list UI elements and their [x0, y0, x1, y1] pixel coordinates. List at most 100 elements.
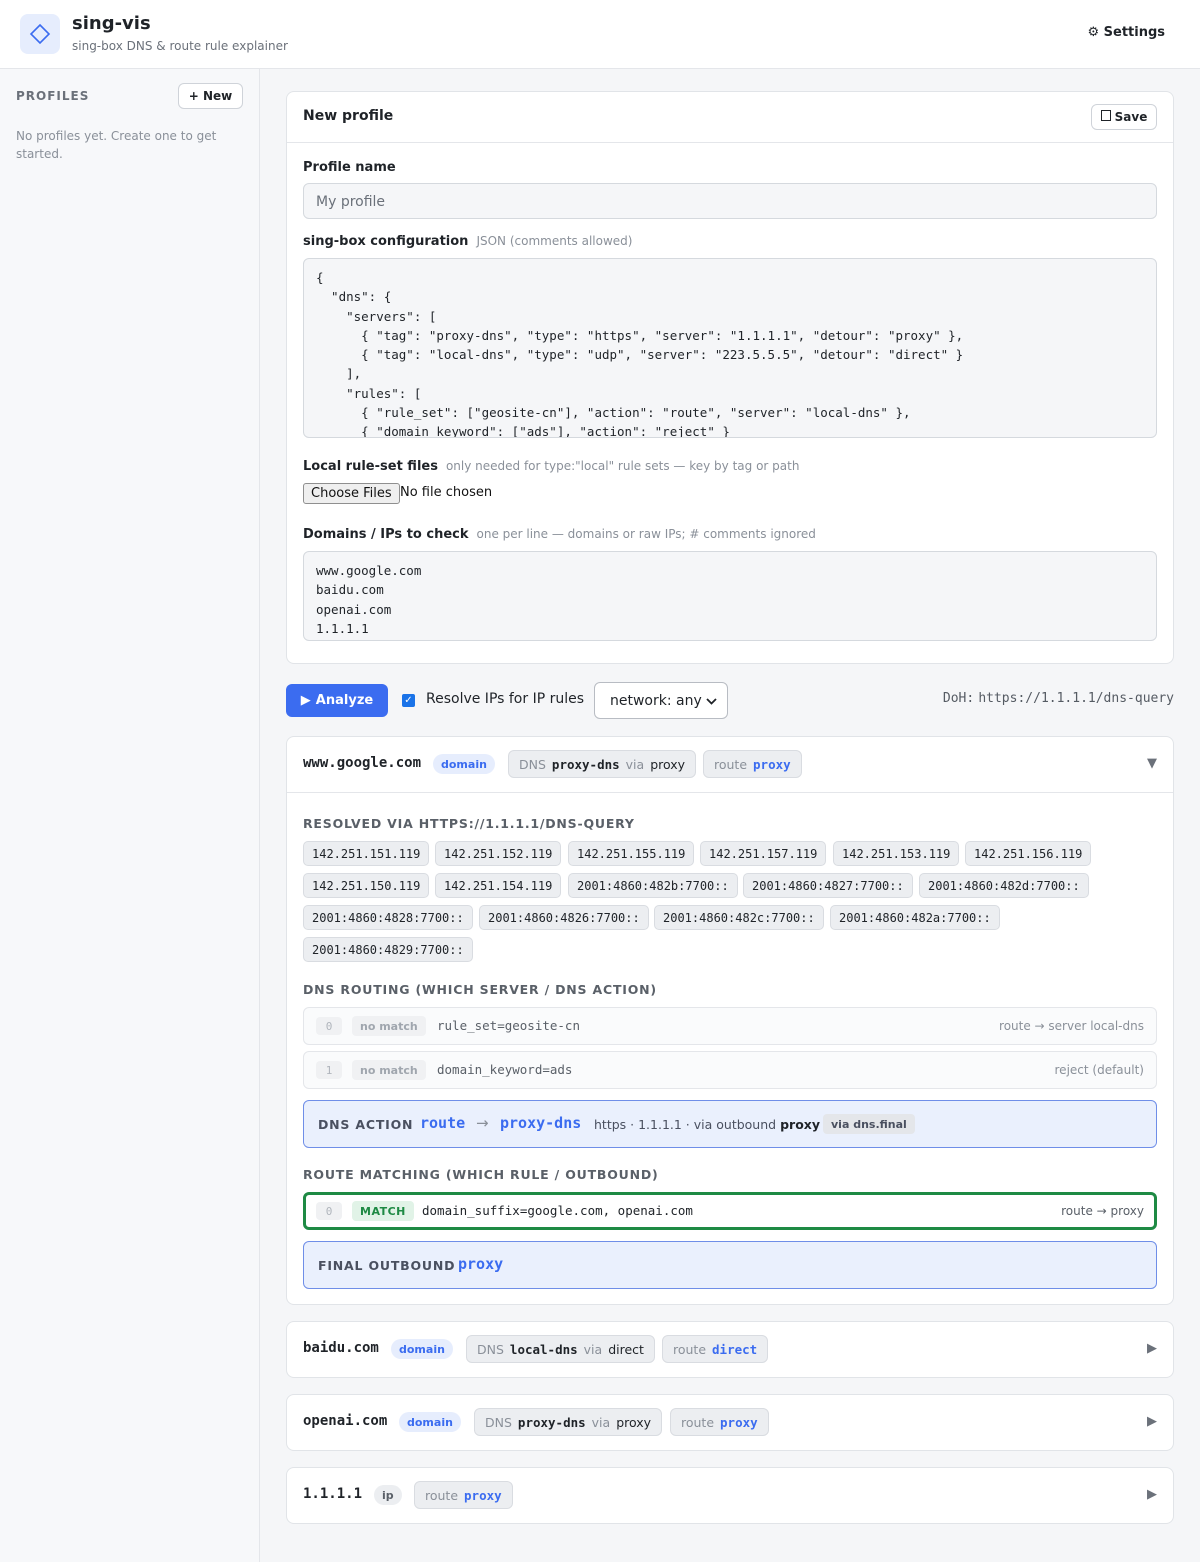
- floppy-icon: [1100, 110, 1111, 124]
- ip-chip: 2001:4860:4829:7700::: [303, 937, 473, 962]
- route-pill: route direct: [662, 1335, 769, 1363]
- result-card-body: RESOLVED VIA HTTPS://1.1.1.1/DNS-QUERY 1…: [287, 792, 1173, 1305]
- dns-pill: DNS proxy-dns via proxy: [508, 750, 697, 778]
- arrow-right-icon: →: [476, 1114, 489, 1132]
- expand-icon[interactable]: ▶: [1147, 1487, 1157, 1502]
- dns-action-server: proxy-dns: [500, 1114, 582, 1132]
- kind-badge: domain: [399, 1412, 461, 1432]
- domains-textarea[interactable]: www.google.com baidu.com openai.com 1.1.…: [303, 551, 1157, 641]
- profiles-sidebar: PROFILES + New No profiles yet. Create o…: [0, 69, 260, 1562]
- profile-name-input[interactable]: My profile: [303, 183, 1157, 219]
- rule-index: 1: [316, 1061, 342, 1079]
- rule-index: 0: [316, 1017, 342, 1035]
- rule-condition: domain_keyword=ads: [437, 1062, 573, 1077]
- dns-rule-row: 1 no match domain_keyword=ads reject (de…: [303, 1051, 1157, 1089]
- result-card[interactable]: openai.com domain DNS proxy-dns via prox…: [286, 1394, 1174, 1451]
- app-subtitle: sing-box DNS & route rule explainer: [72, 39, 288, 53]
- route-pill-label: route: [673, 1341, 707, 1357]
- analyze-button[interactable]: ▶ Analyze: [286, 684, 388, 717]
- ruleset-label-text: Local rule-set files: [303, 459, 438, 474]
- config-label-text: sing-box configuration: [303, 234, 469, 249]
- save-button[interactable]: Save: [1091, 104, 1157, 130]
- rule-result: route → server local-dns: [999, 1019, 1144, 1033]
- rule-result: reject (default): [1054, 1063, 1144, 1077]
- dns-pill-label: DNS: [485, 1414, 512, 1430]
- network-select-value: network: any: [610, 692, 702, 709]
- dns-action-meta-outbound: proxy: [780, 1117, 820, 1132]
- dns-pill-detour: proxy: [650, 756, 686, 772]
- app-header: sing-vis sing-box DNS & route rule expla…: [0, 0, 1200, 69]
- result-target: 1.1.1.1: [303, 1486, 363, 1502]
- ip-chip: 2001:4860:482a:7700::: [830, 905, 1000, 930]
- dns-action-value: route: [420, 1114, 466, 1132]
- profiles-empty-text: No profiles yet. Create one to get start…: [16, 129, 217, 161]
- dns-pill-server: proxy-dns: [517, 1414, 586, 1430]
- route-pill-outbound: proxy: [753, 756, 791, 772]
- rule-condition: domain_suffix=google.com, openai.com: [422, 1203, 693, 1218]
- dns-pill: DNS proxy-dns via proxy: [474, 1408, 663, 1436]
- dns-pill-server: proxy-dns: [551, 756, 620, 772]
- expand-icon[interactable]: ▶: [1147, 1414, 1157, 1429]
- profile-card-header: New profile Save: [287, 92, 1173, 143]
- resolve-ips-label[interactable]: Resolve IPs for IP rules: [426, 691, 584, 707]
- kind-badge: ip: [374, 1485, 402, 1505]
- play-icon: ▶: [300, 693, 311, 708]
- route-matching-title: ROUTE MATCHING (WHICH RULE / OUTBOUND): [303, 1167, 659, 1182]
- expand-icon[interactable]: ▶: [1147, 1341, 1157, 1356]
- result-card[interactable]: baidu.com domain DNS local-dns via direc…: [286, 1321, 1174, 1378]
- ip-chip: 142.251.151.119: [303, 841, 430, 866]
- save-label: Save: [1114, 110, 1148, 124]
- final-outbound-value: proxy: [458, 1255, 504, 1273]
- rule-condition: rule_set=geosite-cn: [437, 1018, 580, 1033]
- result-card-header[interactable]: 1.1.1.1 ip route proxy ▶: [287, 1468, 1173, 1523]
- final-outbound-box: FINAL OUTBOUND proxy: [303, 1241, 1157, 1289]
- ip-chip: 2001:4860:4827:7700::: [743, 873, 913, 898]
- doh-prefix: DoH:: [942, 691, 975, 706]
- final-outbound-label: FINAL OUTBOUND: [318, 1258, 456, 1273]
- network-select[interactable]: network: any: [594, 682, 728, 719]
- result-card[interactable]: 1.1.1.1 ip route proxy ▶: [286, 1467, 1174, 1524]
- new-profile-button[interactable]: + New: [178, 83, 243, 109]
- config-label: sing-box configuration JSON (comments all…: [303, 234, 632, 249]
- result-card-header[interactable]: openai.com domain DNS proxy-dns via prox…: [287, 1395, 1173, 1450]
- dns-rule-row: 0 no match rule_set=geosite-cn route → s…: [303, 1007, 1157, 1045]
- dns-pill-via: via: [591, 1414, 611, 1430]
- result-card-header[interactable]: baidu.com domain DNS local-dns via direc…: [287, 1322, 1173, 1377]
- collapse-icon[interactable]: ▼: [1147, 756, 1157, 771]
- dns-pill-detour: proxy: [616, 1414, 652, 1430]
- kind-badge: domain: [391, 1339, 453, 1359]
- profiles-title: PROFILES: [16, 89, 90, 103]
- config-hint: JSON (comments allowed): [476, 234, 633, 248]
- result-card-header[interactable]: www.google.com domain DNS proxy-dns via …: [287, 737, 1173, 792]
- ip-chip: 142.251.154.119: [435, 873, 562, 898]
- route-pill-label: route: [714, 756, 748, 772]
- dns-action-meta-prefix: https · 1.1.1.1 · via outbound: [594, 1117, 777, 1132]
- via-dns-final-tag: via dns.final: [823, 1114, 915, 1134]
- result-card: www.google.com domain DNS proxy-dns via …: [286, 736, 1174, 1305]
- dns-routing-title: DNS ROUTING (WHICH SERVER / DNS ACTION): [303, 982, 657, 997]
- route-pill: route proxy: [703, 750, 802, 778]
- rule-status: no match: [352, 1016, 426, 1036]
- settings-button[interactable]: ⚙ Settings: [1087, 25, 1165, 40]
- route-pill-outbound: proxy: [720, 1414, 758, 1430]
- dns-pill-server: local-dns: [509, 1341, 578, 1357]
- ip-chip: 2001:4860:4828:7700::: [303, 905, 473, 930]
- rule-index: 0: [316, 1202, 342, 1220]
- kind-badge: domain: [433, 754, 495, 774]
- ruleset-hint: only needed for type:"local" rule sets —…: [445, 459, 800, 473]
- result-target: baidu.com: [303, 1340, 379, 1356]
- route-pill-outbound: proxy: [464, 1487, 502, 1503]
- dns-pill-via: via: [583, 1341, 603, 1357]
- choose-files-button[interactable]: Choose Files: [303, 483, 400, 504]
- result-target: openai.com: [303, 1413, 388, 1429]
- config-textarea[interactable]: { "dns": { "servers": [ { "tag": "proxy-…: [303, 258, 1157, 438]
- chevron-down-icon: [706, 693, 717, 709]
- resolve-ips-checkbox[interactable]: ✓: [402, 694, 415, 707]
- route-pill-label: route: [425, 1487, 459, 1503]
- app-title: sing-vis: [72, 13, 151, 34]
- route-pill: route proxy: [414, 1481, 513, 1509]
- analyze-label: Analyze: [315, 693, 374, 708]
- dns-pill: DNS local-dns via direct: [466, 1335, 655, 1363]
- dns-pill-via: via: [625, 756, 645, 772]
- doh-indicator: DoH: https://1.1.1.1/dns-query: [943, 691, 1174, 706]
